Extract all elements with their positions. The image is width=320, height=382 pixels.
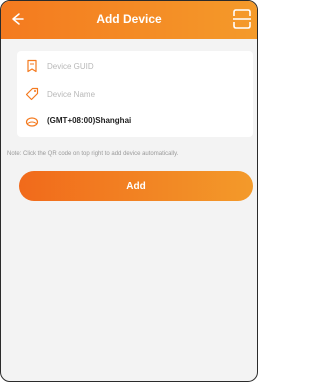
bookmark-icon	[27, 59, 37, 73]
device-form: (GMT+08:00)Shanghai	[17, 51, 253, 137]
add-device-screen: Add Device (GMT+08:00	[0, 0, 258, 382]
device-guid-input[interactable]	[47, 58, 245, 74]
add-button[interactable]: Add	[19, 171, 253, 201]
header-bar: Add Device	[1, 1, 257, 39]
globe-icon	[25, 117, 39, 127]
guid-row	[17, 52, 253, 80]
tag-icon	[25, 87, 39, 101]
device-name-input[interactable]	[47, 86, 245, 102]
qr-scan-icon[interactable]	[233, 9, 251, 29]
timezone-value: (GMT+08:00)Shanghai	[47, 116, 132, 125]
timezone-row[interactable]: (GMT+08:00)Shanghai	[17, 108, 253, 136]
page-title: Add Device	[96, 12, 162, 26]
qr-hint-note: Note: Click the QR code on top right to …	[7, 151, 179, 157]
name-row	[17, 80, 253, 108]
